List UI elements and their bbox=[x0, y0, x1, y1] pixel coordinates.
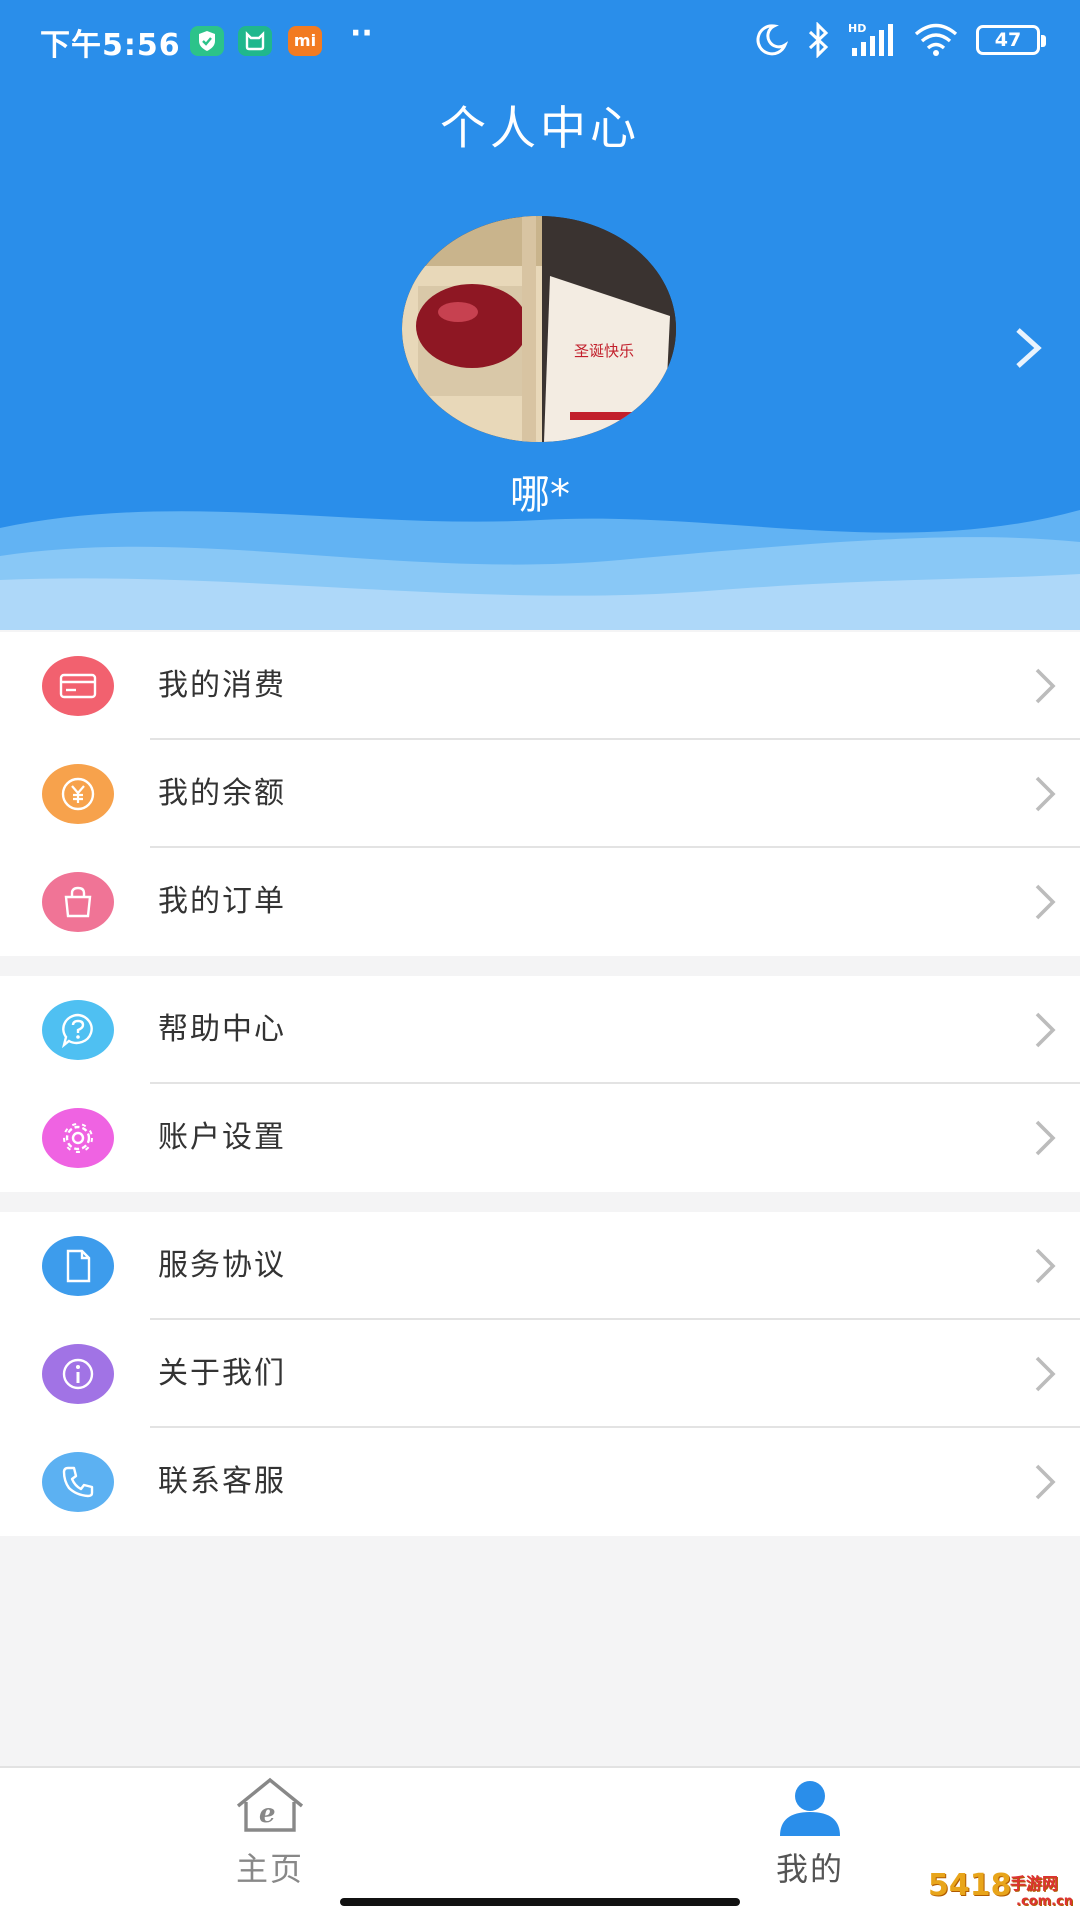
page-title: 个人中心 bbox=[440, 101, 640, 155]
gear-icon bbox=[42, 1108, 114, 1168]
menu-label: 我的余额 bbox=[158, 776, 286, 811]
bluetooth-icon bbox=[808, 22, 829, 58]
tab-home[interactable]: e 主页 bbox=[170, 1776, 370, 1896]
menu-group-info: 服务协议 关于我们 联系客服 bbox=[0, 1212, 1080, 1536]
chevron-right-icon bbox=[1035, 776, 1056, 812]
wave-decoration bbox=[0, 510, 1080, 630]
menu-label: 帮助中心 bbox=[158, 1012, 286, 1047]
menu-item-consumption[interactable]: 我的消费 bbox=[0, 632, 1080, 740]
card-icon bbox=[42, 656, 114, 716]
menu-label: 账户设置 bbox=[158, 1120, 286, 1155]
menu-group-support: 帮助中心 账户设置 bbox=[0, 976, 1080, 1192]
wifi-icon bbox=[914, 23, 958, 56]
menu-label: 我的订单 bbox=[158, 884, 286, 919]
question-icon bbox=[42, 1000, 114, 1060]
chevron-right-icon bbox=[1035, 1012, 1056, 1048]
chevron-right-icon[interactable] bbox=[1008, 324, 1048, 372]
tab-home-label: 主页 bbox=[235, 1850, 304, 1888]
status-bar: 下午5:56 mi ·· HD 47 bbox=[0, 0, 1080, 80]
avatar[interactable]: 圣诞快乐 bbox=[402, 216, 676, 442]
watermark-logo: 5418 手游网 .com.cn bbox=[928, 1868, 1080, 1920]
tab-mine[interactable]: 我的 bbox=[710, 1776, 910, 1896]
user-icon bbox=[780, 1781, 840, 1836]
menu-label: 关于我们 bbox=[158, 1356, 286, 1391]
tab-mine-label: 我的 bbox=[775, 1850, 844, 1888]
menu-item-help-center[interactable]: 帮助中心 bbox=[0, 976, 1080, 1084]
menu-item-balance[interactable]: 我的余额 bbox=[0, 740, 1080, 848]
chevron-right-icon bbox=[1035, 1248, 1056, 1284]
cat-icon bbox=[238, 26, 272, 56]
menu-label: 服务协议 bbox=[158, 1248, 286, 1283]
watermark-domain: .com.cn bbox=[1016, 1894, 1074, 1909]
profile-header: 下午5:56 mi ·· HD 47 个人中心 圣诞快乐 哪* bbox=[0, 0, 1080, 630]
shield-icon bbox=[190, 26, 224, 56]
moon-icon bbox=[756, 24, 788, 56]
info-icon bbox=[42, 1344, 114, 1404]
status-time: 下午5:56 bbox=[40, 28, 181, 63]
menu-item-account-settings[interactable]: 账户设置 bbox=[0, 1084, 1080, 1192]
status-right: HD 47 bbox=[754, 18, 1046, 62]
menu-item-about-us[interactable]: 关于我们 bbox=[0, 1320, 1080, 1428]
more-notifications-icon: ·· bbox=[350, 16, 373, 51]
chevron-right-icon bbox=[1035, 1120, 1056, 1156]
menu-item-orders[interactable]: 我的订单 bbox=[0, 848, 1080, 956]
chevron-right-icon bbox=[1035, 1464, 1056, 1500]
svg-text:e: e bbox=[259, 1799, 276, 1829]
home-icon: e bbox=[236, 1777, 304, 1832]
mi-icon: mi bbox=[288, 26, 322, 56]
svg-text:HD: HD bbox=[848, 22, 866, 35]
home-indicator[interactable] bbox=[340, 1898, 740, 1906]
phone-icon bbox=[42, 1452, 114, 1512]
watermark-brand: 手游网 bbox=[1010, 1874, 1059, 1893]
menu-item-service-agreement[interactable]: 服务协议 bbox=[0, 1212, 1080, 1320]
yuan-icon bbox=[42, 764, 114, 824]
battery-indicator: 47 bbox=[976, 25, 1046, 55]
bottom-navigation: e 主页 我的 bbox=[0, 1766, 1080, 1920]
menu-label: 我的消费 bbox=[158, 668, 286, 703]
document-icon bbox=[42, 1236, 114, 1296]
svg-text:圣诞快乐: 圣诞快乐 bbox=[574, 342, 634, 360]
menu-label: 联系客服 bbox=[158, 1464, 286, 1499]
watermark-text: 5418 bbox=[928, 1868, 1012, 1903]
menu-group-account: 我的消费 我的余额 我的订单 bbox=[0, 632, 1080, 956]
signal-icon: HD bbox=[848, 22, 893, 56]
chevron-right-icon bbox=[1035, 1356, 1056, 1392]
bag-icon bbox=[42, 872, 114, 932]
chevron-right-icon bbox=[1035, 884, 1056, 920]
menu-item-contact-support[interactable]: 联系客服 bbox=[0, 1428, 1080, 1536]
chevron-right-icon bbox=[1035, 668, 1056, 704]
